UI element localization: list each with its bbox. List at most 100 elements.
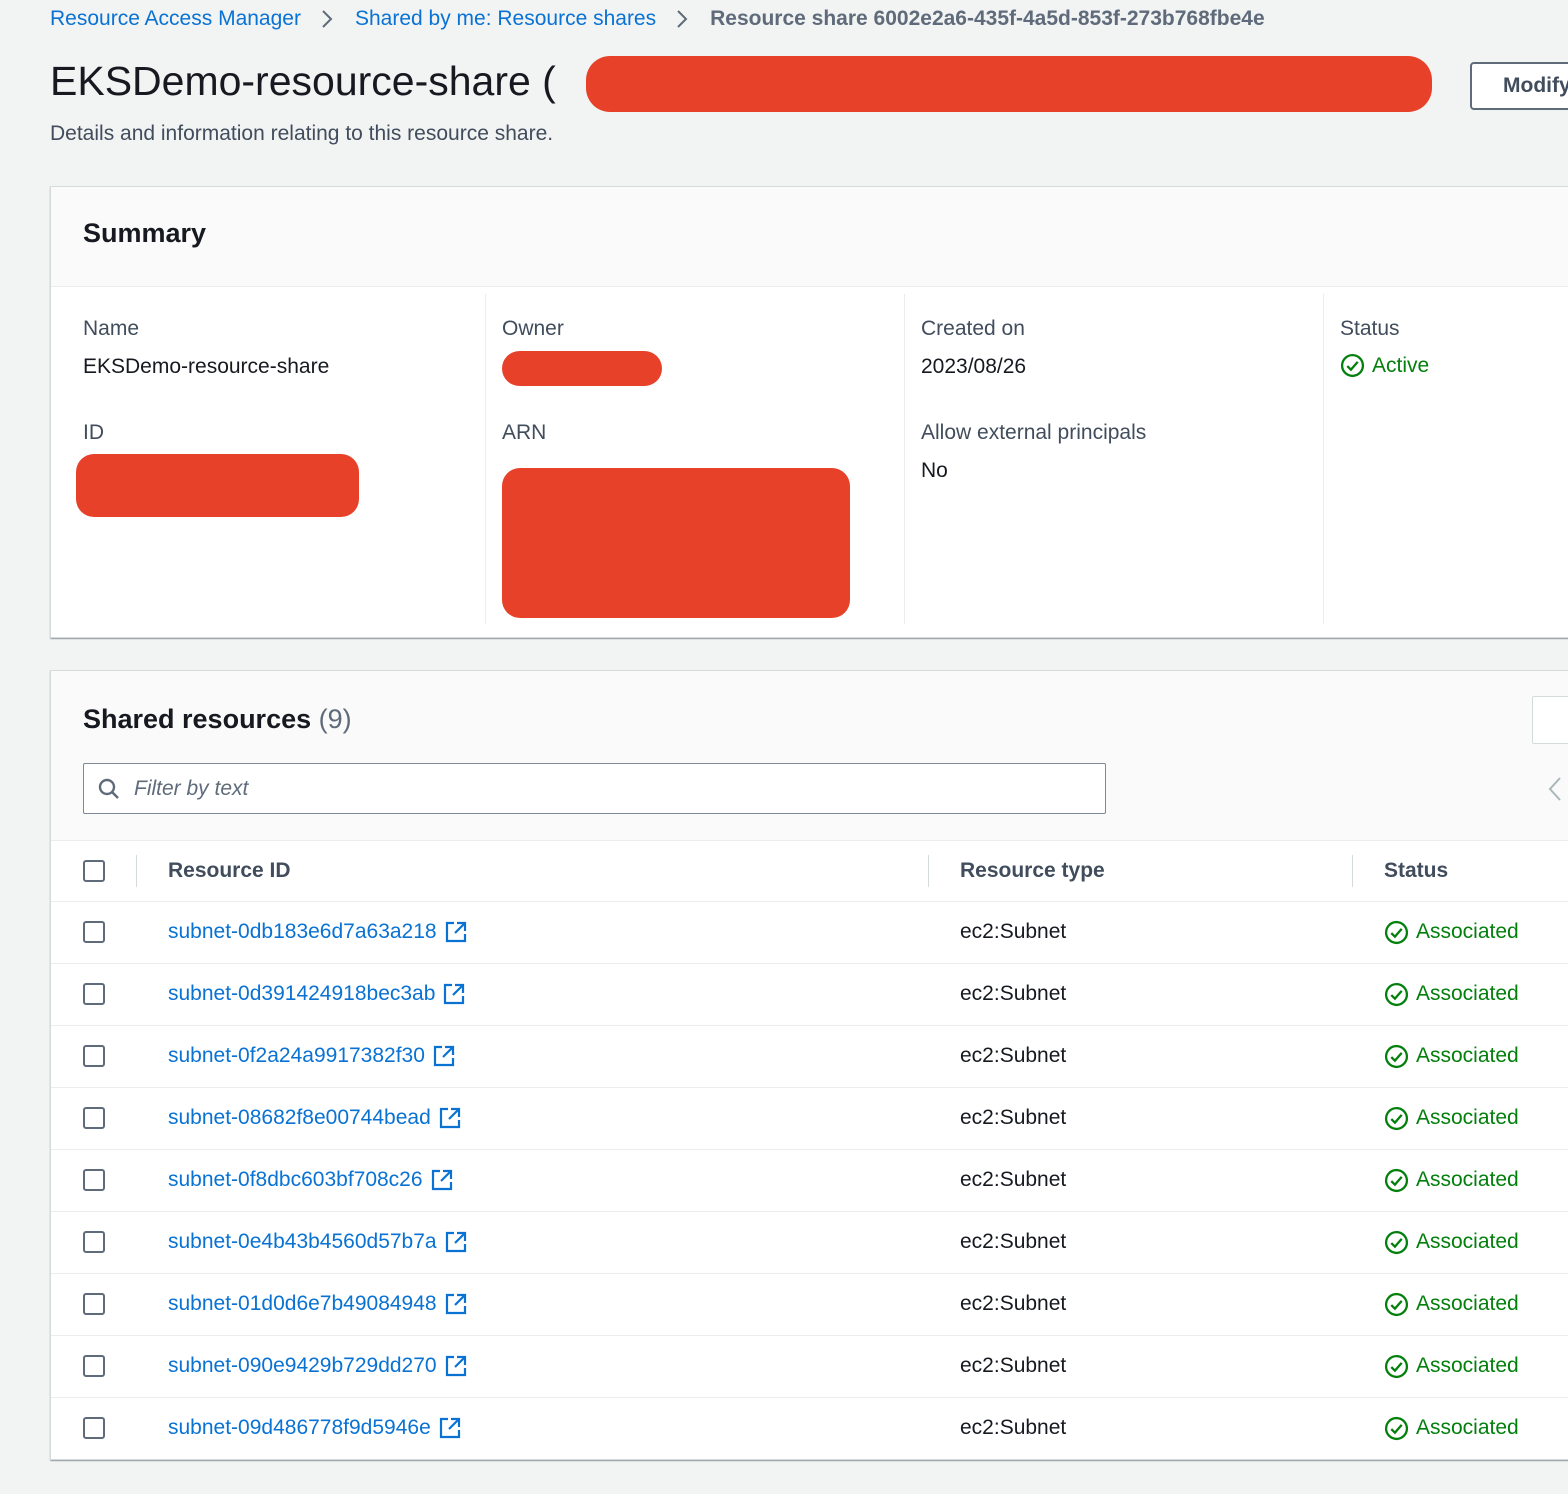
resource-id-cell: subnet-090e9429b729dd270 [136, 1335, 928, 1397]
status-success-icon [1384, 1044, 1409, 1068]
column-divider [904, 294, 905, 624]
filter-input[interactable] [134, 776, 1034, 801]
row-checkbox[interactable] [83, 1355, 105, 1377]
status-label: Status [1340, 317, 1400, 340]
row-checkbox[interactable] [83, 1045, 105, 1067]
row-checkbox[interactable] [83, 1107, 105, 1129]
external-link-icon [444, 983, 465, 1005]
status-cell: Associated [1352, 1335, 1568, 1397]
table-row: subnet-0f2a24a9917382f30 ec2:Subnet Associ… [51, 1025, 1568, 1087]
status-text: Associated [1416, 1354, 1519, 1377]
resource-type-cell: ec2:Subnet [960, 1230, 1067, 1253]
status-success-icon [1384, 1230, 1409, 1254]
resource-id-link[interactable]: subnet-0f8dbc603bf708c26 [168, 1168, 454, 1192]
status-success-icon [1340, 353, 1365, 378]
external-link-icon [439, 1107, 460, 1129]
row-checkbox[interactable] [83, 983, 105, 1005]
status-badge: Associated [1384, 1354, 1568, 1379]
resource-id-text: subnet-09d486778f9d5946e [168, 1416, 431, 1440]
external-link-icon [439, 1418, 460, 1439]
row-checkbox[interactable] [83, 1231, 105, 1253]
resource-id-link[interactable]: subnet-01d0d6e7b49084948 [168, 1292, 468, 1316]
status-cell: Associated [1352, 1211, 1568, 1273]
row-select-cell [51, 901, 136, 963]
table-row: subnet-0f8dbc603bf708c26 ec2:Subnet Associ… [51, 1149, 1568, 1211]
resource-id-link[interactable]: subnet-09d486778f9d5946e [168, 1416, 462, 1440]
table-row: subnet-08682f8e00744bead ec2:Subnet Associ… [51, 1087, 1568, 1149]
chevron-right-icon [676, 9, 688, 29]
resource-id-link[interactable]: subnet-0e4b43b4560d57b7a [168, 1230, 468, 1254]
resource-id-link[interactable]: subnet-08682f8e00744bead [168, 1106, 462, 1130]
filter-box[interactable] [83, 763, 1106, 814]
resource-id-link[interactable]: subnet-0db183e6d7a63a218 [168, 920, 468, 944]
status-cell: Associated [1352, 1273, 1568, 1335]
row-select-cell [51, 1025, 136, 1087]
summary-header: Summary [51, 187, 1568, 287]
column-header-resource-type[interactable]: Resource type [928, 841, 1352, 901]
status-success-icon [1384, 1168, 1409, 1192]
allow-external-principals-value: No [921, 459, 948, 482]
resource-id-link[interactable]: subnet-090e9429b729dd270 [168, 1354, 468, 1378]
breadcrumb-resource-access-manager[interactable]: Resource Access Manager [50, 7, 301, 31]
breadcrumb-current: Resource share 6002e2a6-435f-4a5d-853f-2… [710, 7, 1265, 30]
status-cell: Associated [1352, 901, 1568, 963]
resource-id-cell: subnet-01d0d6e7b49084948 [136, 1273, 928, 1335]
arn-label: ARN [502, 421, 547, 444]
table-header-row: Resource ID Resource type Status [51, 841, 1568, 901]
row-select-cell [51, 1397, 136, 1459]
resource-type-cell: ec2:Subnet [960, 1292, 1067, 1315]
row-checkbox[interactable] [83, 921, 105, 943]
resource-id-link[interactable]: subnet-0f2a24a9917382f30 [168, 1044, 456, 1068]
shared-resources-container: Shared resources (9) Filter by text Reso… [50, 670, 1568, 1460]
resource-id-link[interactable]: subnet-0d391424918bec3ab [168, 982, 466, 1006]
resource-id-cell: subnet-0e4b43b4560d57b7a [136, 1211, 928, 1273]
row-checkbox[interactable] [83, 1417, 105, 1440]
status-badge: Associated [1384, 1416, 1568, 1441]
status-cell: Associated [1352, 963, 1568, 1025]
external-link-icon [445, 1355, 466, 1377]
row-select-cell [51, 1335, 136, 1397]
status-text: Associated [1416, 1044, 1519, 1067]
status-badge: Associated [1384, 982, 1568, 1007]
resource-type-cell: ec2:Subnet [960, 1168, 1067, 1191]
resource-id-cell: subnet-0db183e6d7a63a218 [136, 901, 928, 963]
resource-id-text: subnet-0e4b43b4560d57b7a [168, 1230, 437, 1253]
header-action-button[interactable] [1532, 696, 1568, 744]
summary-column-3: Created on 2023/08/26 Allow external pri… [921, 294, 1321, 624]
column-divider [485, 294, 486, 624]
table-row: subnet-09d486778f9d5946e ec2:Subnet Associ… [51, 1397, 1568, 1459]
column-header-resource-id[interactable]: Resource ID [136, 841, 928, 901]
status-badge: Associated [1384, 1044, 1568, 1069]
breadcrumb-resource-shares[interactable]: Shared by me: Resource shares [355, 7, 656, 31]
resource-id-text: subnet-08682f8e00744bead [168, 1106, 431, 1129]
row-select-cell [51, 1211, 136, 1273]
select-all-cell [51, 841, 136, 901]
resource-share-detail-page: Resource Access Manager Shared by me: Re… [0, 0, 1568, 1494]
select-all-checkbox[interactable] [83, 859, 105, 882]
column-divider [1323, 294, 1324, 624]
redaction-title [586, 56, 1432, 112]
row-checkbox[interactable] [83, 1169, 105, 1191]
owner-label: Owner [502, 317, 564, 340]
summary-title: Summary [83, 218, 207, 248]
resource-type-cell: ec2:Subnet [960, 1354, 1067, 1377]
column-header-status[interactable]: Status [1352, 841, 1568, 901]
table-row: subnet-0db183e6d7a63a218 ec2:Subnet Associ… [51, 901, 1568, 963]
resource-id-cell: subnet-0f2a24a9917382f30 [136, 1025, 928, 1087]
status-text: Associated [1416, 982, 1519, 1005]
resource-id-cell: subnet-08682f8e00744bead [136, 1087, 928, 1149]
resource-id-cell: subnet-0d391424918bec3ab [136, 963, 928, 1025]
modify-button[interactable]: Modify [1470, 62, 1568, 110]
status-cell: Associated [1352, 1025, 1568, 1087]
status-badge: Associated [1384, 1168, 1568, 1193]
shared-resources-title: Shared resources (9) [83, 704, 352, 735]
row-checkbox[interactable] [83, 1293, 105, 1315]
redaction-owner [502, 351, 662, 386]
resource-type-cell: ec2:Subnet [960, 1044, 1067, 1067]
status-value: Active [1340, 353, 1429, 378]
chevron-left-icon[interactable] [1548, 776, 1562, 807]
status-text: Associated [1416, 1106, 1519, 1129]
status-success-icon [1384, 1354, 1409, 1378]
resource-id-text: subnet-01d0d6e7b49084948 [168, 1292, 437, 1315]
created-on-value: 2023/08/26 [921, 355, 1027, 378]
